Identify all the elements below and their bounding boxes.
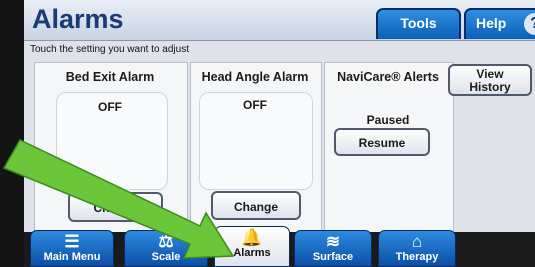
resume-button-label: Resume [358, 136, 406, 150]
menu-icon: ☰ [64, 232, 80, 251]
instruction-text: Touch the setting you want to adjust [30, 44, 189, 55]
view-history-line2: History [469, 80, 511, 94]
head-angle-change-label: Change [233, 200, 278, 214]
surface-icon: ≋ [325, 232, 341, 251]
nav-alarms[interactable]: 🔔 Alarms [214, 226, 290, 267]
bell-icon: 🔔 [241, 228, 263, 247]
nav-therapy-label: Therapy [395, 251, 439, 263]
nav-therapy[interactable]: ⌂ Therapy [378, 230, 456, 267]
nav-surface[interactable]: ≋ Surface [294, 230, 372, 267]
header-bar: Alarms Tools Help ? [24, 0, 535, 41]
page-title: Alarms [32, 4, 124, 34]
navicare-label: NaviCare® Alerts [337, 70, 439, 84]
bed-exit-change-label: Change [93, 201, 138, 215]
nav-scale-label: Scale [151, 251, 181, 263]
tab-help-label: Help [476, 15, 507, 31]
tab-help[interactable]: Help ? [464, 8, 535, 39]
resume-button[interactable]: Resume [334, 128, 430, 156]
nav-scale[interactable]: ⚖ Scale [124, 230, 208, 267]
nav-alarms-label: Alarms [233, 247, 271, 259]
head-angle-label: Head Angle Alarm [201, 70, 309, 84]
bed-exit-state: OFF [98, 100, 122, 114]
navicare-state: Paused [366, 113, 410, 127]
therapy-icon: ⌂ [411, 232, 423, 251]
head-angle-state: OFF [243, 98, 267, 112]
bed-exit-change-button[interactable]: Change [68, 192, 163, 222]
nav-surface-label: Surface [312, 251, 354, 263]
view-history-line1: View [476, 67, 504, 81]
tab-tools[interactable]: Tools [376, 8, 461, 39]
help-icon: ? [524, 13, 535, 35]
head-angle-change-button[interactable]: Change [211, 191, 301, 220]
view-history-button[interactable]: View History [448, 64, 532, 96]
alarms-screen: Alarms Tools Help ? Touch the setting yo… [24, 0, 535, 267]
bed-exit-label: Bed Exit Alarm [65, 70, 155, 84]
nav-main-menu-label: Main Menu [43, 251, 101, 263]
scale-icon: ⚖ [158, 232, 174, 251]
nav-main-menu[interactable]: ☰ Main Menu [30, 230, 114, 267]
tab-tools-label: Tools [400, 15, 437, 31]
